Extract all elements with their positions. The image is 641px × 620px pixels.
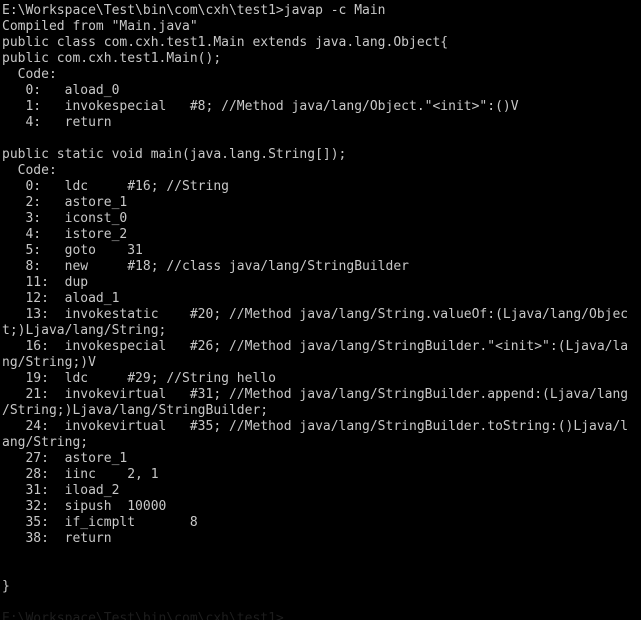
- console-line: 19: ldc #29; //String hello: [2, 371, 276, 386]
- console-line: Code:: [2, 67, 57, 82]
- console-line: 24: invokevirtual #35; //Method java/lan…: [2, 419, 629, 434]
- console-line: 32: sipush 10000: [2, 499, 167, 514]
- console-line: 16: invokespecial #26; //Method java/lan…: [2, 339, 629, 354]
- console-partial-prompt-line: E:\Workspace\Test\bin\com\cxh\test1>: [2, 611, 284, 620]
- console-line: 4: istore_2: [2, 227, 128, 242]
- console-line: ang/String;: [2, 435, 89, 450]
- console-line: 12: aload_1: [2, 291, 120, 306]
- console-line: 8: new #18; //class java/lang/StringBuil…: [2, 259, 409, 274]
- console-line: 5: goto 31: [2, 243, 143, 258]
- console-line: 13: invokestatic #20; //Method java/lang…: [2, 307, 629, 322]
- console-line: E:\Workspace\Test\bin\com\cxh\test1>java…: [2, 3, 386, 18]
- console-line: /String;)Ljava/lang/StringBuilder;: [2, 403, 269, 418]
- console-line: 0: aload_0: [2, 83, 120, 98]
- console-window[interactable]: E:\Workspace\Test\bin\com\cxh\test1>java…: [0, 0, 641, 620]
- console-line: 4: return: [2, 115, 112, 130]
- console-line: public static void main(java.lang.String…: [2, 147, 347, 162]
- console-line: ng/String;)V: [2, 355, 96, 370]
- console-line: Code:: [2, 163, 57, 178]
- console-line: t;)Ljava/lang/String;: [2, 323, 167, 338]
- console-line: Compiled from "Main.java": [2, 19, 198, 34]
- console-line: 1: invokespecial #8; //Method java/lang/…: [2, 99, 519, 114]
- console-line: public class com.cxh.test1.Main extends …: [2, 35, 449, 50]
- console-screen[interactable]: E:\Workspace\Test\bin\com\cxh\test1>java…: [0, 0, 641, 620]
- console-line: 3: iconst_0: [2, 211, 128, 226]
- console-line: 0: ldc #16; //String: [2, 179, 229, 194]
- console-line: public com.cxh.test1.Main();: [2, 51, 222, 66]
- console-line: 35: if_icmplt 8: [2, 515, 198, 530]
- console-line: 28: iinc 2, 1: [2, 467, 159, 482]
- console-output-text: E:\Workspace\Test\bin\com\cxh\test1>java…: [2, 3, 641, 620]
- console-line: 38: return: [2, 531, 112, 546]
- console-line: 31: iload_2: [2, 483, 120, 498]
- console-line: 21: invokevirtual #31; //Method java/lan…: [2, 387, 629, 402]
- console-line: 2: astore_1: [2, 195, 128, 210]
- console-line: 11: dup: [2, 275, 89, 290]
- console-line: 27: astore_1: [2, 451, 128, 466]
- console-line: }: [2, 579, 10, 594]
